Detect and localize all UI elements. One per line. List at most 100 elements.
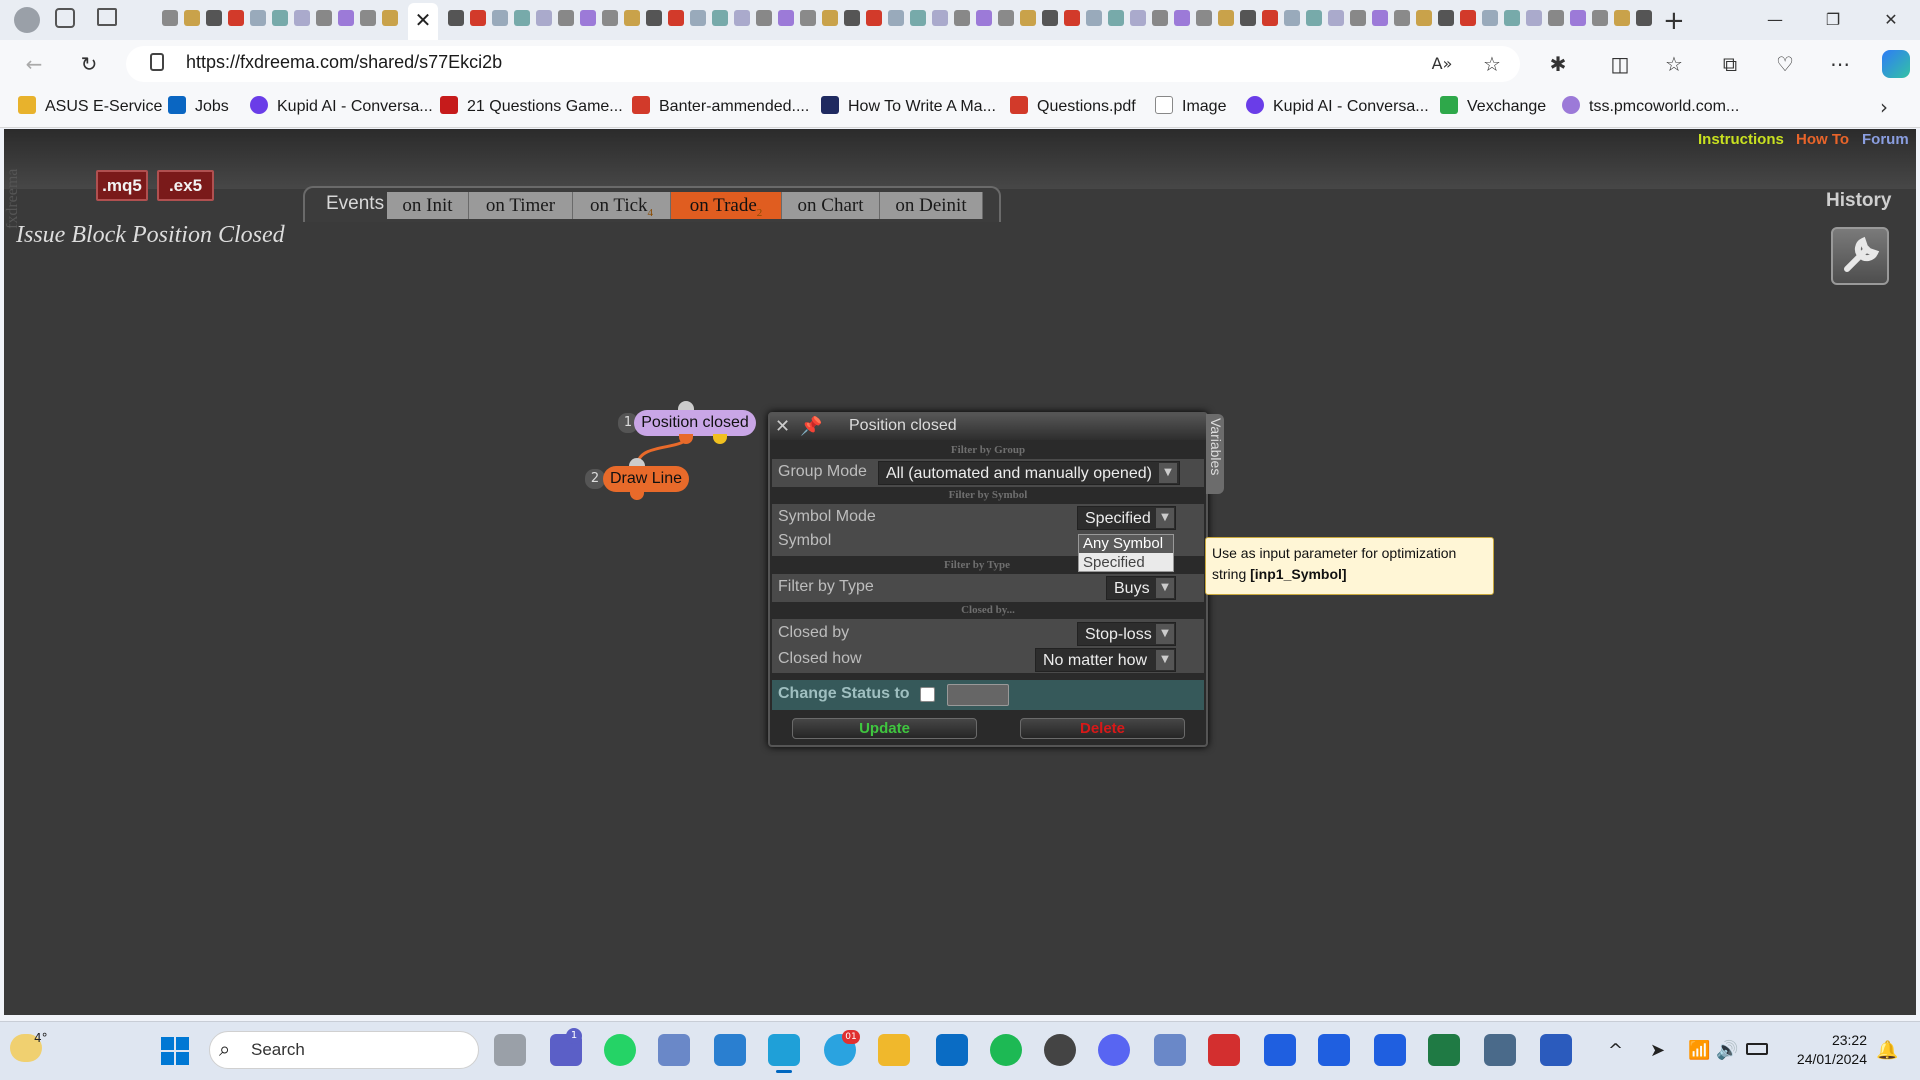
chevron-down-icon[interactable]: ▼ [1159,463,1177,483]
media-player-icon[interactable] [1044,1034,1076,1066]
tab-favicon-icon[interactable] [1196,10,1212,26]
instructions-link[interactable]: Instructions [1698,131,1784,148]
tab-favicon-icon[interactable] [1064,10,1080,26]
tab-favicon-icon[interactable] [338,10,354,26]
tab-favicon-icon[interactable] [998,10,1014,26]
ig-icon[interactable] [1208,1034,1240,1066]
tab-favicon-icon[interactable] [1152,10,1168,26]
tab-favicon-icon[interactable] [954,10,970,26]
chevron-down-icon[interactable]: ▼ [1156,624,1174,644]
mq5-button[interactable]: .mq5 [96,170,148,201]
chevron-down-icon[interactable]: ▼ [1156,650,1174,670]
tab-favicon-icon[interactable] [184,10,200,26]
history-link[interactable]: History [1826,190,1891,212]
bookmark-item[interactable]: tss.pmcoworld.com... [1562,95,1739,119]
notification-bell-icon[interactable]: 🔔 [1876,1040,1898,1061]
tab-favicon-icon[interactable] [294,10,310,26]
profile-avatar[interactable] [14,7,40,33]
change-status-input[interactable] [947,684,1009,706]
favorite-star-icon[interactable]: ☆ [1480,52,1504,76]
tab-actions-icon[interactable] [97,8,117,26]
tab-favicon-icon[interactable] [1350,10,1366,26]
p-app-icon[interactable] [1264,1034,1296,1066]
chevron-down-icon[interactable]: ▼ [1156,508,1174,528]
tab-favicon-icon[interactable] [1174,10,1190,26]
panel-header[interactable] [770,414,1206,440]
bookmarks-overflow-chevron-icon[interactable]: › [1880,95,1888,119]
wifi-icon[interactable]: 📶 [1688,1040,1710,1061]
excel-icon[interactable] [1428,1034,1460,1066]
tab-favicon-icon[interactable] [690,10,706,26]
group-mode-select[interactable]: All (automated and manually opened) [878,461,1180,485]
tab-favicon-icon[interactable] [712,10,728,26]
tab-favicon-icon[interactable] [360,10,376,26]
extensions-icon[interactable]: ✱ [1546,52,1570,76]
spotify-icon[interactable] [990,1034,1022,1066]
tab-favicon-icon[interactable] [272,10,288,26]
tab-favicon-icon[interactable] [1372,10,1388,26]
tab-favicon-icon[interactable] [822,10,838,26]
bookmark-item[interactable]: Image [1155,95,1226,119]
lock-icon[interactable] [150,53,164,71]
tab-favicon-icon[interactable] [1482,10,1498,26]
bookmark-item[interactable]: Jobs [168,95,229,119]
change-status-checkbox[interactable] [920,687,935,702]
location-icon[interactable]: ➤ [1650,1040,1665,1061]
bookmark-item[interactable]: Questions.pdf [1010,95,1136,119]
ex5-button[interactable]: .ex5 [157,170,214,201]
tab-favicon-icon[interactable] [1218,10,1234,26]
tab-favicon-icon[interactable] [1130,10,1146,26]
bookmark-item[interactable]: Kupid AI - Conversa... [250,95,433,119]
closed-how-select[interactable]: No matter how [1035,648,1176,672]
tab-favicon-icon[interactable] [1328,10,1344,26]
tab-favicon-icon[interactable] [778,10,794,26]
back-icon[interactable]: ← [22,52,46,76]
workspaces-icon[interactable] [55,8,75,28]
tab-favicon-icon[interactable] [844,10,860,26]
tab-favicon-icon[interactable] [1284,10,1300,26]
tab-favicon-icon[interactable] [316,10,332,26]
volume-icon[interactable]: 🔊 [1716,1040,1738,1061]
pin-icon[interactable]: 📌 [800,416,822,437]
close-icon[interactable]: ✕ [775,416,790,437]
task-view-icon[interactable] [494,1034,526,1066]
tab-favicon-icon[interactable] [866,10,882,26]
tab-favicon-icon[interactable] [1262,10,1278,26]
tab-favicon-icon[interactable] [646,10,662,26]
tab-favicon-icon[interactable] [1460,10,1476,26]
bookmark-item[interactable]: Vexchange [1440,95,1546,119]
tab-favicon-icon[interactable] [558,10,574,26]
app-icon[interactable] [1154,1034,1186,1066]
tab-favicon-icon[interactable] [734,10,750,26]
delete-button[interactable]: Delete [1020,718,1185,739]
tab-favicon-icon[interactable] [580,10,596,26]
tab-favicon-icon[interactable] [602,10,618,26]
how-to-link[interactable]: How To [1796,131,1849,148]
bookmark-item[interactable]: ASUS E-Service [18,95,162,119]
wrench-tool-icon[interactable] [1831,227,1889,285]
tab-on-deinit[interactable]: on Deinit [880,192,983,219]
word-icon[interactable] [1540,1034,1572,1066]
bookmark-item[interactable]: How To Write A Ma... [821,95,996,119]
discord-icon[interactable] [1098,1034,1130,1066]
tab-on-trade[interactable]: on Trade2 [671,192,782,219]
tab-favicon-icon[interactable] [1042,10,1058,26]
tab-favicon-icon[interactable] [1570,10,1586,26]
tab-on-init[interactable]: on Init [387,192,469,219]
tab-favicon-icon[interactable] [888,10,904,26]
copilot-icon[interactable] [1882,50,1910,78]
tab-favicon-icon[interactable] [206,10,222,26]
outlook-icon[interactable] [936,1034,968,1066]
collections-icon[interactable]: ⧉ [1718,52,1742,76]
p-app-icon[interactable] [1374,1034,1406,1066]
tab-favicon-icon[interactable] [1636,10,1652,26]
forum-link[interactable]: Forum [1862,131,1909,148]
tab-favicon-icon[interactable] [1394,10,1410,26]
tab-favicon-icon[interactable] [250,10,266,26]
minimize-button[interactable]: — [1752,6,1798,34]
bookmark-item[interactable]: Kupid AI - Conversa... [1246,95,1429,119]
tab-favicon-icon[interactable] [382,10,398,26]
block-position-closed[interactable]: Position closed [634,410,756,436]
p-app-icon[interactable] [1318,1034,1350,1066]
tab-favicon-icon[interactable] [976,10,992,26]
